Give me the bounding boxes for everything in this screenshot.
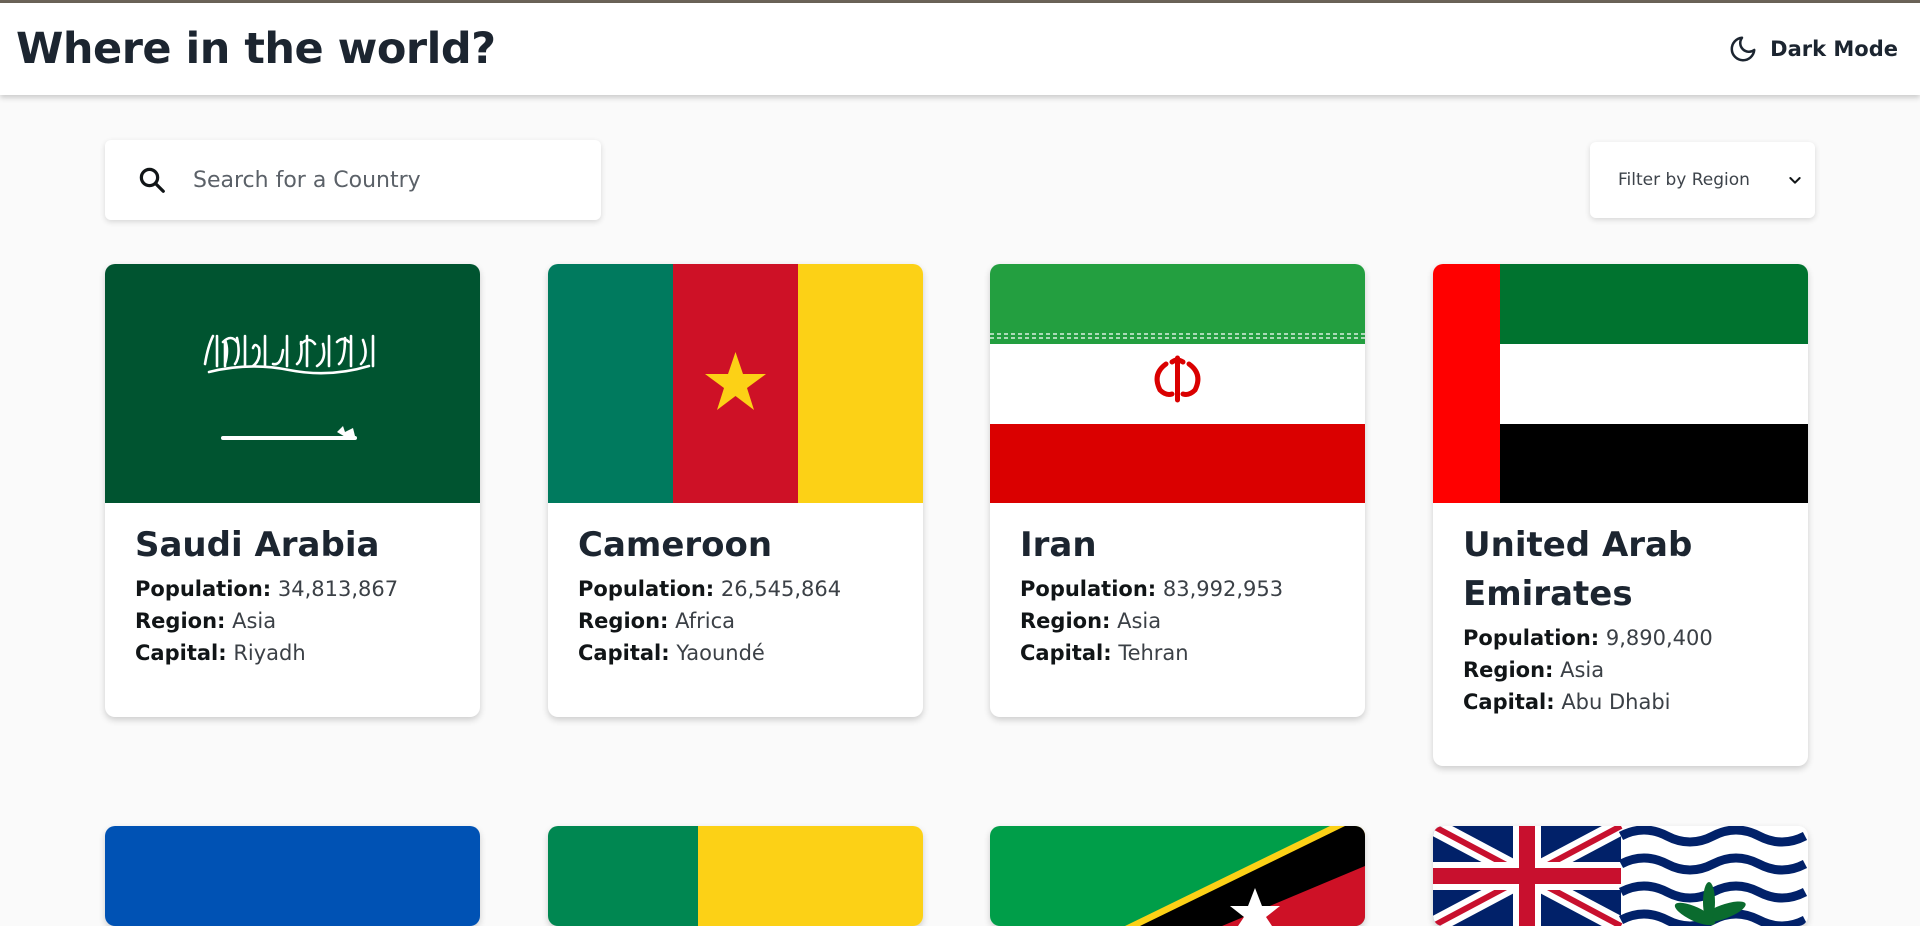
capital-value: Riyadh (233, 641, 306, 665)
capital-label: Capital: (1463, 690, 1555, 714)
population-label: Population: (1020, 577, 1157, 601)
population-row: Population: 26,545,864 (578, 573, 893, 605)
country-name: Cameroon (578, 525, 773, 565)
moon-icon (1730, 36, 1756, 62)
search-icon (139, 167, 165, 193)
capital-value: Yaoundé (676, 641, 765, 665)
population-label: Population: (135, 577, 272, 601)
population-value: 9,890,400 (1605, 626, 1713, 650)
flag-iran (990, 264, 1365, 503)
region-filter-label: Filter by Region (1618, 170, 1750, 190)
region-row: Region: Asia (1463, 654, 1778, 686)
country-card-cameroon[interactable]: Cameroon Population: 26,545,864 Region: … (548, 264, 923, 717)
capital-row: Capital: Yaoundé (578, 637, 893, 669)
capital-row: Capital: Abu Dhabi (1463, 686, 1778, 718)
capital-row: Capital: Riyadh (135, 637, 450, 669)
population-label: Population: (578, 577, 715, 601)
population-row: Population: 83,992,953 (1020, 573, 1335, 605)
flag-green-yellow (548, 826, 923, 926)
region-label: Region: (1463, 658, 1554, 682)
search-input[interactable] (193, 167, 573, 193)
capital-label: Capital: (1020, 641, 1112, 665)
country-name: United Arab Emirates (1463, 525, 1693, 614)
population-row: Population: 34,813,867 (135, 573, 450, 605)
region-value: Africa (675, 609, 736, 633)
capital-row: Capital: Tehran (1020, 637, 1335, 669)
country-card-row2-3[interactable] (990, 826, 1365, 926)
region-value: Asia (1560, 658, 1605, 682)
chevron-down-icon (1789, 177, 1801, 184)
region-label: Region: (135, 609, 226, 633)
country-card-saudi-arabia[interactable]: Saudi Arabia Population: 34,813,867 Regi… (105, 264, 480, 717)
region-row: Region: Africa (578, 605, 893, 637)
country-card-united-arab-emirates[interactable]: United Arab Emirates Population: 9,890,4… (1433, 264, 1808, 766)
capital-label: Capital: (578, 641, 670, 665)
flag-saint-kitts-and-nevis (990, 826, 1365, 926)
country-name: Saudi Arabia (135, 525, 380, 565)
search-box[interactable] (105, 140, 601, 220)
country-card-row2-1[interactable] (105, 826, 480, 926)
region-value: Asia (1117, 609, 1162, 633)
capital-label: Capital: (135, 641, 227, 665)
population-value: 83,992,953 (1162, 577, 1284, 601)
capital-value: Tehran (1118, 641, 1189, 665)
flag-cameroon (548, 264, 923, 503)
dark-mode-toggle[interactable]: Dark Mode (1728, 34, 1898, 64)
population-label: Population: (1463, 626, 1600, 650)
population-value: 34,813,867 (277, 577, 399, 601)
country-name: Iran (1020, 525, 1097, 565)
region-label: Region: (1020, 609, 1111, 633)
flag-saudi-arabia (105, 264, 480, 503)
population-value: 26,545,864 (720, 577, 842, 601)
region-row: Region: Asia (1020, 605, 1335, 637)
flag-british-indian-ocean-territory (1433, 826, 1808, 926)
flag-united-arab-emirates (1433, 264, 1808, 503)
country-card-iran[interactable]: Iran Population: 83,992,953 Region: Asia… (990, 264, 1365, 717)
country-card-row2-4[interactable] (1433, 826, 1808, 926)
flag-blue (105, 826, 480, 926)
app-header: Where in the world? Dark Mode (0, 3, 1920, 95)
dark-mode-label: Dark Mode (1770, 37, 1898, 61)
population-row: Population: 9,890,400 (1463, 622, 1778, 654)
country-card-row2-2[interactable] (548, 826, 923, 926)
region-label: Region: (578, 609, 669, 633)
region-row: Region: Asia (135, 605, 450, 637)
capital-value: Abu Dhabi (1561, 690, 1671, 714)
app-title: Where in the world? (16, 24, 496, 74)
region-value: Asia (232, 609, 277, 633)
region-filter-dropdown[interactable]: Filter by Region (1590, 142, 1815, 218)
